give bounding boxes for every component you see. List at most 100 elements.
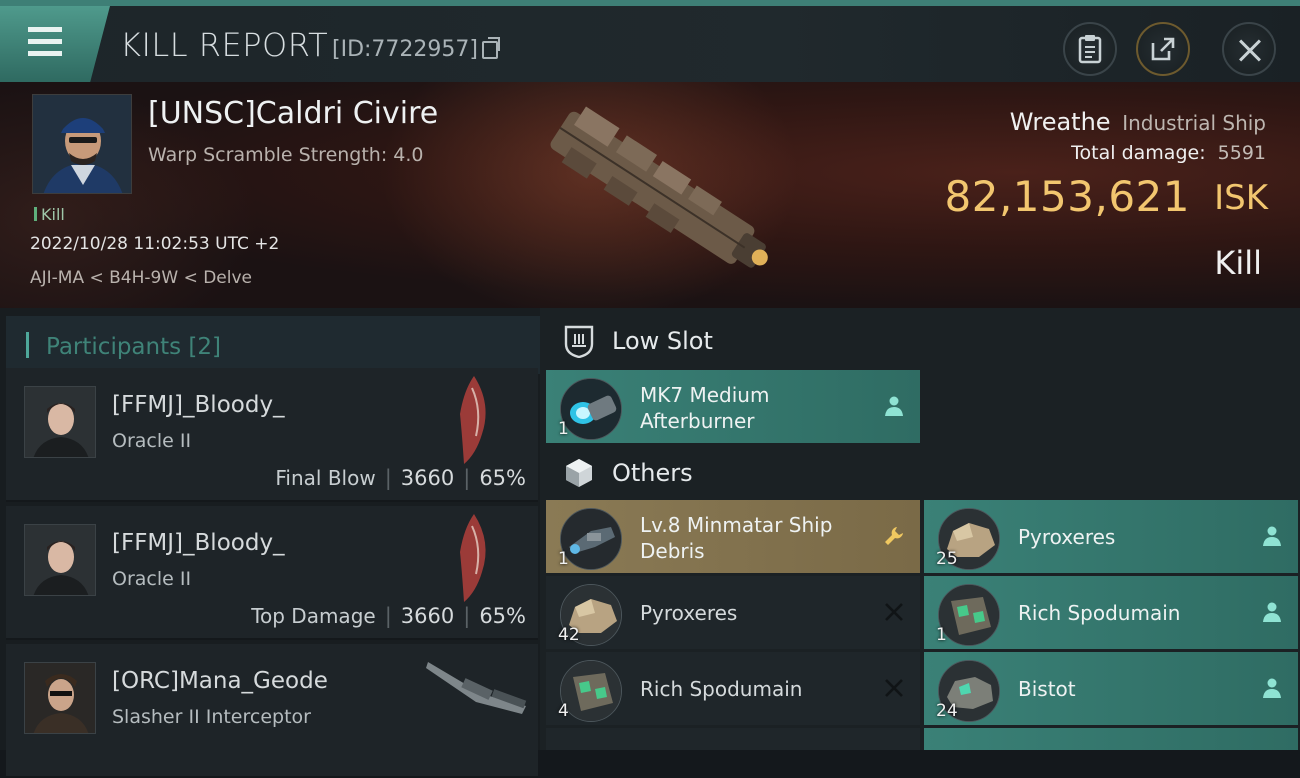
spodumain-ore-image: [939, 585, 999, 645]
item-image: [560, 660, 622, 722]
total-damage: Total damage: 5591: [1071, 142, 1266, 164]
pilot-portrait-image: [25, 525, 95, 595]
menu-icon: [28, 27, 62, 32]
item-name: MK7 Medium Afterburner: [640, 382, 870, 434]
kill-result-label: Kill: [1214, 244, 1262, 282]
pilot-portrait-image: [33, 95, 131, 193]
section-title: Others: [612, 459, 693, 487]
destroyed-x-icon: [885, 603, 903, 621]
participant-percent: 65%: [479, 604, 526, 628]
item-name: Rich Spodumain: [640, 677, 803, 701]
item-name: Pyroxeres: [1018, 525, 1116, 549]
kill-tag: Kill: [34, 205, 65, 224]
ship-type: Wreathe: [1009, 108, 1111, 136]
ship-class: Industrial Ship: [1122, 111, 1266, 135]
clipboard-button[interactable]: [1063, 22, 1117, 76]
item-image: [560, 508, 622, 570]
item-partial[interactable]: [924, 728, 1298, 750]
participant-ship: Slasher II Interceptor: [112, 706, 311, 728]
participant-role-label: Top Damage: [251, 604, 376, 628]
item-quantity: 25: [936, 549, 958, 569]
dropped-person-icon: [1263, 678, 1281, 698]
close-button[interactable]: [1222, 22, 1276, 76]
copy-icon[interactable]: [482, 37, 500, 59]
item-afterburner[interactable]: 1 MK7 Medium Afterburner: [546, 370, 920, 443]
participant-damage: 3660: [400, 604, 455, 628]
kill-location[interactable]: AJI-MA < B4H-9W < Delve: [30, 268, 252, 288]
avatar: [24, 662, 96, 734]
item-quantity: 1: [936, 625, 947, 645]
section-others: Others: [548, 442, 1300, 502]
dropped-person-icon: [885, 396, 903, 416]
item-name: Lv.8 Minmatar Ship Debris: [640, 512, 870, 564]
item-name-line: Debris: [640, 539, 705, 563]
low-slot-icon: [564, 325, 594, 358]
participant-name: [FFMJ]_Bloody_: [112, 392, 285, 418]
avatar: [24, 386, 96, 458]
item-name-line: Lv.8 Minmatar Ship: [640, 513, 833, 537]
dropped-person-icon: [1263, 602, 1281, 622]
share-icon: [1151, 37, 1175, 61]
menu-icon-line: [28, 39, 62, 44]
kill-id: [ID:7722957]: [332, 37, 478, 62]
participant-damage: 3660: [400, 466, 455, 490]
total-damage-label: Total damage:: [1071, 142, 1206, 164]
participant-stats: Top Damage | 3660 | 65%: [251, 604, 526, 628]
victim-ship-name[interactable]: Wreathe Industrial Ship: [1010, 108, 1266, 136]
participant-card[interactable]: [FFMJ]_Bloody_ Oracle II Top Damage | 3660…: [6, 506, 538, 640]
menu-icon-line: [28, 51, 62, 56]
participants-panel: Participants [2] [FFMJ]_Bloody_ Oracle I…: [0, 308, 540, 778]
share-button[interactable]: [1136, 22, 1190, 76]
pilot-portrait-image: [25, 387, 95, 457]
participant-stats: Final Blow | 3660 | 65%: [275, 466, 526, 490]
participant-ship: Oracle II: [112, 568, 192, 590]
item-quantity: 4: [558, 701, 569, 721]
item-quantity: 42: [558, 625, 580, 645]
participants-header[interactable]: Participants [2]: [6, 316, 540, 374]
debris-image: [561, 509, 621, 569]
participants-title: Participants [2]: [46, 334, 221, 360]
item-name: Rich Spodumain: [1018, 601, 1181, 625]
victim-ship-image: [550, 106, 768, 268]
item-ship-debris[interactable]: 1 Lv.8 Minmatar Ship Debris: [546, 500, 920, 573]
participant-ship: Oracle II: [112, 430, 192, 452]
item-pyroxeres-dropped[interactable]: 25 Pyroxeres: [924, 500, 1298, 573]
item-pyroxeres-destroyed[interactable]: 42 Pyroxeres: [546, 576, 920, 649]
item-bistot-dropped[interactable]: 24 Bistot: [924, 652, 1298, 725]
afterburner-image: [561, 379, 621, 439]
victim-avatar[interactable]: [32, 94, 132, 194]
item-quantity: 24: [936, 701, 958, 721]
top-bar: KILL REPORT [ID:7722957]: [0, 0, 1300, 82]
item-partial[interactable]: [546, 728, 920, 750]
menu-button[interactable]: [0, 6, 110, 82]
item-image: [938, 584, 1000, 646]
items-panel: Low Slot 1 MK7 Medium Afterburner Others…: [540, 308, 1300, 750]
warp-scramble-strength: Warp Scramble Strength: 4.0: [148, 144, 424, 166]
kill-timestamp: 2022/10/28 11:02:53 UTC +2: [30, 234, 280, 254]
wrench-icon: [885, 527, 903, 545]
section-low-slot: Low Slot: [548, 310, 1300, 370]
isk-value: 82,153,621: [944, 172, 1190, 221]
cube-icon: [566, 459, 592, 487]
participant-percent: 65%: [479, 466, 526, 490]
participant-ship-image: [426, 662, 527, 714]
item-spodumain-dropped[interactable]: 1 Rich Spodumain: [924, 576, 1298, 649]
spodumain-ore-image: [561, 661, 621, 721]
isk-unit: ISK: [1214, 178, 1268, 218]
item-spodumain-destroyed[interactable]: 4 Rich Spodumain: [546, 652, 920, 725]
participant-card[interactable]: [FFMJ]_Bloody_ Oracle II Final Blow | 3660…: [6, 368, 538, 502]
page-title: KILL REPORT: [120, 26, 329, 64]
avatar: [24, 524, 96, 596]
victim-name[interactable]: [UNSC]Caldri Civire: [148, 96, 438, 131]
dropped-person-icon: [1263, 526, 1281, 546]
participant-name: [FFMJ]_Bloody_: [112, 530, 285, 556]
item-quantity: 1: [558, 549, 569, 569]
participant-card[interactable]: [ORC]Mana_Geode Slasher II Interceptor: [6, 644, 538, 778]
participant-ship-image: [460, 514, 486, 602]
item-name: Bistot: [1018, 677, 1076, 701]
item-name-line: Afterburner: [640, 409, 755, 433]
destroyed-x-icon: [885, 679, 903, 697]
item-name-line: MK7 Medium: [640, 383, 770, 407]
item-quantity: 1: [558, 419, 569, 439]
section-title: Low Slot: [612, 327, 713, 355]
